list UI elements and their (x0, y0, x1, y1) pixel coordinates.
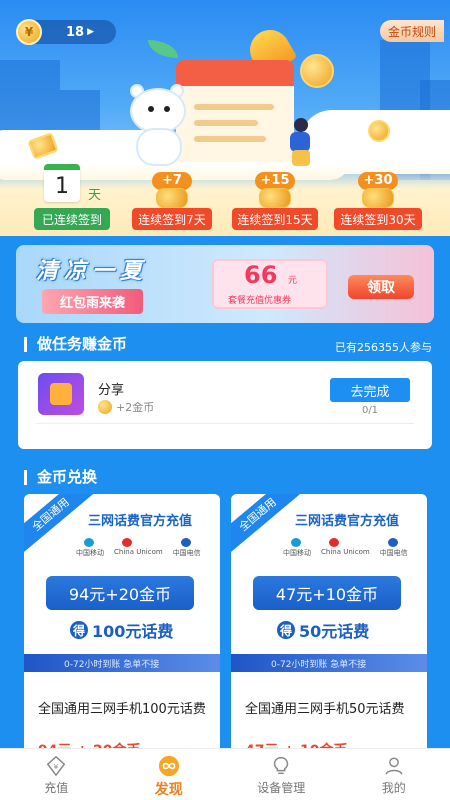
product-name: 全国通用三网手机100元话费 (38, 702, 206, 717)
signin-calendar: 1 (44, 164, 80, 202)
diamond-yen-icon: ¥ (47, 755, 66, 777)
person-illustration (282, 118, 318, 166)
coins-stack-icon (156, 188, 188, 208)
coupon-amount: 66 (244, 261, 278, 289)
infinity-icon (158, 755, 179, 777)
coupon-unit: 元 (288, 276, 298, 286)
reward-coins-7: +7 (152, 172, 192, 212)
task-card: 分享 +2金币 去完成 0/1 (18, 361, 432, 449)
leaf-decoration (148, 40, 178, 58)
coins-stack-icon (362, 188, 394, 208)
nav-label: 设备管理 (257, 781, 306, 795)
coupon-desc: 套餐充值优惠券 (228, 296, 292, 306)
nav-label: 充值 (44, 781, 69, 795)
person-icon (385, 757, 403, 775)
divider (36, 423, 414, 424)
china-telecom-logo: 中国电信 (173, 538, 201, 558)
signin-row: 1 天 已连续签到 +7 连续签到7天 +15 连续签到15天 +30 连续签到… (0, 164, 450, 236)
nav-label: 我的 (381, 781, 406, 795)
carrier-logos: 中国移动 China Unicom 中国电信 (76, 538, 201, 558)
delivery-strip: 0-72小时到账 急单不接 (24, 654, 220, 672)
coupon-ticket: 66 元 套餐充值优惠券 (212, 259, 328, 309)
get-amount: 得 100元话费 (70, 618, 173, 642)
signin-15-days: 连续签到15天 (232, 208, 318, 230)
delivery-strip: 0-72小时到账 急单不接 (231, 654, 427, 672)
get-badge-icon: 得 (277, 621, 295, 639)
coin-decoration (300, 54, 334, 88)
china-unicom-logo: China Unicom (114, 538, 163, 558)
carrier-logos: 中国移动 China Unicom 中国电信 (283, 538, 408, 558)
product-banner: 全国通用 三网话费官方充值 中国移动 China Unicom 中国电信 94元… (24, 494, 220, 672)
coin-balance[interactable]: ¥ 18 ▶ (16, 19, 116, 45)
coins-stack-icon (259, 188, 291, 208)
task-name: 分享 (98, 383, 125, 398)
product-name: 全国通用三网手机50元话费 (245, 702, 405, 717)
participants-count: 已有256355人参与 (335, 341, 432, 354)
offer-price: 94元+20金币 (46, 576, 194, 610)
coin-icon (98, 400, 112, 414)
offer-price: 47元+10金币 (253, 576, 401, 610)
share-gift-icon (38, 373, 84, 415)
claim-button[interactable]: 领取 (348, 275, 414, 299)
task-progress: 0/1 (361, 405, 379, 416)
china-telecom-logo: 中国电信 (380, 538, 408, 558)
coin-decoration-small (368, 120, 390, 142)
product-banner-title: 三网话费官方充值 (88, 514, 193, 529)
promo-banner[interactable]: 清凉一夏 红包雨来袭 66 元 套餐充值优惠券 领取 (16, 245, 434, 323)
china-mobile-logo: 中国移动 (76, 538, 104, 558)
get-amount-text: 100元话费 (92, 622, 174, 641)
product-card-50[interactable]: 全国通用 三网话费官方充值 中国移动 China Unicom 中国电信 47元… (231, 494, 427, 764)
go-complete-button[interactable]: 去完成 (330, 378, 410, 402)
nav-label: 发现 (154, 782, 183, 798)
product-card-100[interactable]: 全国通用 三网话费官方充值 中国移动 China Unicom 中国电信 94元… (24, 494, 220, 764)
nav-discover[interactable]: 发现 (113, 749, 226, 800)
china-unicom-logo: China Unicom (321, 538, 370, 558)
svg-text:¥: ¥ (54, 762, 59, 771)
play-arrow-icon: ▶ (87, 27, 95, 37)
hero-banner: ¥ 18 ▶ 金币规则 1 天 已连续签到 +7 连续签到7天 +15 连续签到… (0, 0, 450, 236)
reward-coins-30: +30 (358, 172, 398, 212)
china-mobile-logo: 中国移动 (283, 538, 311, 558)
promo-subtitle: 红包雨来袭 (42, 289, 144, 314)
get-amount-text: 50元话费 (299, 622, 370, 641)
task-reward: +2金币 (98, 399, 154, 415)
nav-device-management[interactable]: 设备管理 (225, 749, 338, 800)
nav-recharge[interactable]: ¥ 充值 (0, 749, 113, 800)
nav-mine[interactable]: 我的 (338, 749, 450, 800)
coin-count: 18 (66, 24, 85, 40)
exchange-section-title: 金币兑换 (24, 470, 97, 485)
get-amount: 得 50元话费 (277, 618, 369, 642)
coin-icon: ¥ (16, 19, 42, 45)
signin-7-days: 连续签到7天 (132, 208, 212, 230)
product-banner-title: 三网话费官方充值 (295, 514, 400, 529)
task-reward-text: +2金币 (116, 401, 155, 414)
bear-mascot (124, 84, 194, 166)
day-unit: 天 (88, 188, 102, 203)
coin-rules-button[interactable]: 金币规则 (379, 20, 444, 42)
product-banner: 全国通用 三网话费官方充值 中国移动 China Unicom 中国电信 47元… (231, 494, 427, 672)
signin-current-label: 已连续签到 (34, 208, 110, 230)
promo-title: 清凉一夏 (36, 259, 149, 284)
get-badge-icon: 得 (70, 621, 88, 639)
signin-30-days: 连续签到30天 (334, 208, 422, 230)
reward-coins-15: +15 (255, 172, 295, 212)
tasks-section-title: 做任务赚金币 (24, 337, 127, 352)
bottom-nav: ¥ 充值 发现 设备管理 我的 (0, 748, 450, 800)
lightbulb-icon (274, 757, 289, 775)
